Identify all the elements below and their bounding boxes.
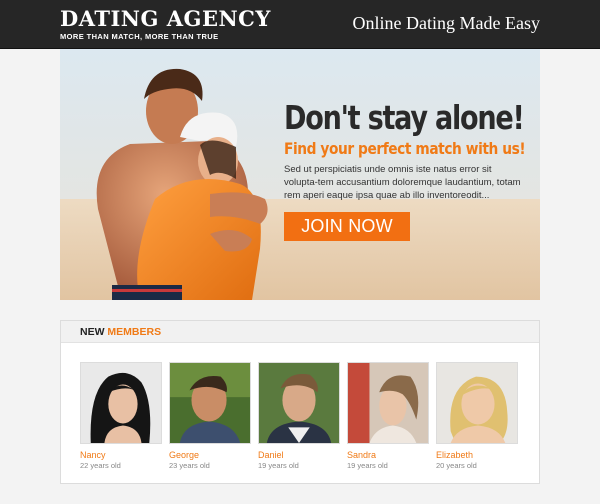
new-members-section: NEW MEMBERS Nancy 22 years old George 23… [60,320,540,484]
member-age: 20 years old [436,461,477,470]
member-card[interactable]: Elizabeth 20 years old [436,362,518,471]
member-photo[interactable] [436,362,518,444]
heading-word-new: NEW [80,326,105,338]
hero-description: Sed ut perspiciatis unde omnis iste natu… [284,164,521,201]
site-logo[interactable]: DATING AGENCY MORE THAN MATCH, MORE THAN… [60,6,271,42]
member-age: 19 years old [258,461,299,470]
member-name[interactable]: George [169,450,251,461]
member-photo[interactable] [347,362,429,444]
new-members-heading: NEW MEMBERS [61,321,539,343]
member-photo[interactable] [80,362,162,444]
hero-banner: Don't stay alone! Find your perfect matc… [60,49,540,300]
member-name[interactable]: Elizabeth [436,450,518,461]
member-card[interactable]: George 23 years old [169,362,251,471]
logo-title: DATING AGENCY [60,6,271,31]
site-header: DATING AGENCY MORE THAN MATCH, MORE THAN… [0,0,600,49]
hero-subtitle: Find your perfect match with us! [284,139,526,158]
member-age: 22 years old [80,461,121,470]
member-card[interactable]: Nancy 22 years old [80,362,162,471]
member-photo[interactable] [169,362,251,444]
member-age: 23 years old [169,461,210,470]
member-card[interactable]: Sandra 19 years old [347,362,429,471]
member-photo[interactable] [258,362,340,444]
logo-tagline: MORE THAN MATCH, MORE THAN TRUE [60,32,219,41]
member-age: 19 years old [347,461,388,470]
landing-page: DATING AGENCY MORE THAN MATCH, MORE THAN… [0,0,600,504]
member-name[interactable]: Sandra [347,450,429,461]
hero-title: Don't stay alone! [284,98,525,137]
join-now-button[interactable]: JOIN NOW [284,212,410,241]
member-name[interactable]: Daniel [258,450,340,461]
member-name[interactable]: Nancy [80,450,162,461]
hero-content: Don't stay alone! Find your perfect matc… [284,99,530,241]
header-slogan: Online Dating Made Easy [352,13,540,33]
member-card[interactable]: Daniel 19 years old [258,362,340,471]
heading-word-members: MEMBERS [107,326,162,338]
